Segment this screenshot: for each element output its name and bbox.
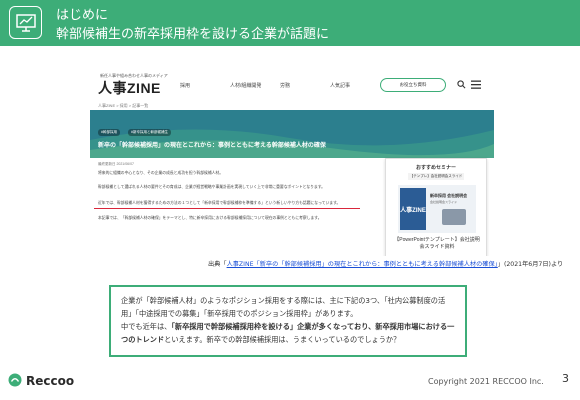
card-image: 人事ZINE 新卒採用 会社説明会 会社説明会スライド xyxy=(398,185,476,233)
hamburger-menu-icon[interactable] xyxy=(471,80,481,89)
article-date: 最終更新日 2021/06/07 xyxy=(98,162,134,166)
search-icon[interactable] xyxy=(457,80,466,89)
site-logo[interactable]: 人事ZINE xyxy=(98,78,161,98)
article-line-4: 本記事では、「幹部候補人材の確保」をテーマとし、特に新卒採用における幹部候補採用… xyxy=(98,216,322,220)
slide-kicker: はじめに xyxy=(56,8,109,23)
source-link[interactable]: 人事ZINE「新卒の「幹部候補採用」の現在とこれから：事例とともに考える幹部候補… xyxy=(227,261,498,268)
article-hero: #幹部採用 #新卒採用と幹部候補生 新卒の「幹部候補採用」の現在とこれから：事例… xyxy=(90,110,494,158)
red-underline xyxy=(94,208,360,209)
summary-paragraph-1: 企業が「幹部候補人材」のようなポジション採用をする際には、主に下記の3つ、「社内… xyxy=(121,296,446,318)
source-suffix: 」(2021年6月7日)より xyxy=(497,261,564,268)
nav-item-labor[interactable]: 労務 xyxy=(280,82,330,89)
card-text: 【PowerPointテンプレート】会社説明会スライド資料 xyxy=(394,237,480,250)
nav-item-hr-dev[interactable]: 人材/組織開発 xyxy=(230,82,280,89)
reccoo-logo-icon xyxy=(8,373,22,387)
slide-title: 幹部候補生の新卒採用枠を設ける企業が話題に xyxy=(56,27,330,42)
article-line-3: 近年では、幹部候補人材を獲得するための方法の１つとして「新卒採用で幹部候補枠を準… xyxy=(98,201,341,205)
book-cover: 人事ZINE xyxy=(400,188,426,230)
brand-logo: Reccoo xyxy=(8,373,74,388)
resources-button-label: お役立ち資料 xyxy=(399,82,427,87)
card-title: おすすめセミナー xyxy=(415,165,456,171)
presentation-icon xyxy=(9,6,42,39)
resources-button[interactable]: お役立ち資料 xyxy=(380,78,446,92)
breadcrumb: 人事ZINE > 採用 > 記事一覧 xyxy=(98,103,149,108)
source-prefix: 出典「 xyxy=(208,261,227,268)
nav-item-popular[interactable]: 人気記事 xyxy=(330,82,380,89)
tag-executive-hiring[interactable]: #幹部採用 xyxy=(98,129,120,136)
site-nav: 新任人事や組み合わせ人事のメディア 人事ZINE 採用 人材/組織開発 労務 人… xyxy=(90,70,494,100)
source-citation: 出典「人事ZINE「新卒の「幹部候補採用」の現在とこれから：事例とともに考える幹… xyxy=(208,259,563,268)
page-number: 3 xyxy=(562,372,569,385)
article-line-2: 幹部候補として選ばれる人材の要件とその育成は、企業が経営戦略や事業計画を実現して… xyxy=(98,185,325,189)
nav-item-recruit[interactable]: 採用 xyxy=(180,82,230,89)
book-title: 新卒採用 会社説明会 xyxy=(430,193,468,198)
summary-box: 企業が「幹部候補人材」のようなポジション採用をする際には、主に下記の3つ、「社内… xyxy=(109,285,467,357)
summary-paragraph-2: 中でも近年は、「新卒採用で幹部候補採用枠を設ける」企業が多くなっており、新卒採用… xyxy=(121,320,455,346)
article-screenshot: 新任人事や組み合わせ人事のメディア 人事ZINE 採用 人材/組織開発 労務 人… xyxy=(90,70,494,256)
article-line-1: 将来的に組織の中心となり、その企業の成長と成功を担う幹部候補人材。 xyxy=(98,171,224,175)
tag-new-grad[interactable]: #新卒採用と幹部候補生 xyxy=(128,129,171,136)
summary-p2-tail: といえます。新卒での幹部候補採用は、うまくいっているのでしょうか？ xyxy=(164,335,401,344)
card-subtitle: 【テンプレ】会社説明会スライド xyxy=(408,173,464,180)
copyright: Copyright 2021 RECCOO Inc. xyxy=(428,377,544,386)
slide-header: はじめに 幹部候補生の新卒採用枠を設ける企業が話題に xyxy=(0,0,580,46)
book-illustration xyxy=(442,209,466,225)
brand-name: Reccoo xyxy=(26,374,75,388)
article-title: 新卒の「幹部候補採用」の現在とこれから：事例とともに考える幹部候補人材の確保 xyxy=(98,143,326,149)
book-subtitle: 会社説明会スライド xyxy=(430,200,458,204)
seminar-card[interactable]: おすすめセミナー 【テンプレ】会社説明会スライド 人事ZINE 新卒採用 会社説… xyxy=(385,158,487,256)
summary-p2-lead: 中でも近年は、 xyxy=(121,322,172,331)
